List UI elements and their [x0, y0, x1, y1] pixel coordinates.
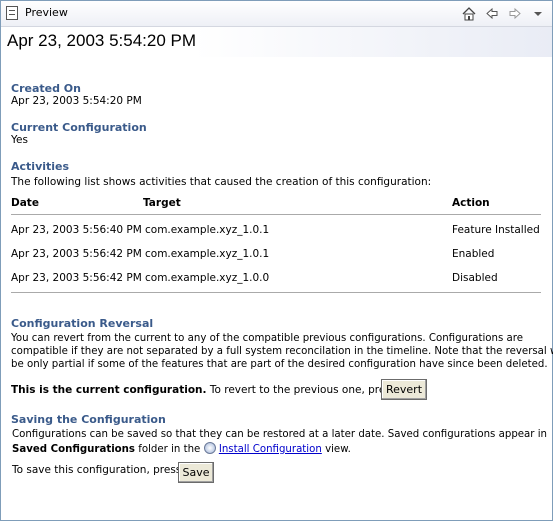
install-configuration-link[interactable]: Install Configuration	[219, 444, 322, 455]
save-button[interactable]: Save	[178, 462, 214, 483]
table-bottom-divider	[11, 292, 541, 293]
configuration-reversal-heading: Configuration Reversal	[11, 317, 154, 330]
folder-text: folder in the	[138, 444, 201, 455]
current-configuration-heading: Current Configuration	[11, 121, 147, 134]
view-menu-icon[interactable]	[529, 5, 547, 22]
save-prompt: To save this configuration, press:	[12, 464, 185, 476]
saving-configuration-heading: Saving the Configuration	[11, 413, 166, 426]
column-header-date: Date	[11, 197, 39, 209]
reversal-line-3: be only partial if some of the features …	[11, 359, 548, 370]
activities-intro: The following list shows activities that…	[11, 176, 432, 188]
created-on-value: Apr 23, 2003 5:54:20 PM	[11, 95, 142, 107]
current-configuration-note: This is the current configuration.	[11, 384, 207, 396]
revert-prompt: To revert to the previous one, press:	[209, 384, 400, 396]
activity-row-2-target: com.example.xyz_1.0.1	[145, 248, 270, 260]
activity-row-1-target: com.example.xyz_1.0.1	[145, 224, 270, 236]
preview-view-icon	[6, 6, 18, 20]
created-on-heading: Created On	[11, 82, 81, 95]
activity-row-1-date: Apr 23, 2003 5:56:40 PM	[11, 224, 142, 236]
activity-row-1-action: Feature Installed	[452, 224, 540, 236]
column-header-target: Target	[143, 197, 181, 209]
saving-line-2: Saved Configurations folder in the Insta…	[12, 442, 351, 455]
page-title: Apr 23, 2003 5:54:20 PM	[7, 31, 197, 50]
current-configuration-value: Yes	[11, 134, 28, 146]
activity-row-3-action: Disabled	[452, 272, 498, 284]
saving-line-1: Configurations can be saved so that they…	[12, 429, 548, 440]
revert-button[interactable]: Revert	[381, 379, 427, 400]
activity-row-2-date: Apr 23, 2003 5:56:42 PM	[11, 248, 142, 260]
reversal-line-1: You can revert from the current to any o…	[11, 333, 523, 344]
install-configuration-icon	[203, 442, 216, 454]
home-icon[interactable]	[460, 5, 478, 22]
reversal-line-2: compatible if they are not separated by …	[11, 346, 553, 357]
view-title-bar: Preview	[1, 1, 552, 27]
view-text: view.	[325, 444, 351, 455]
activity-row-2-action: Enabled	[452, 248, 495, 260]
forward-arrow-icon[interactable]	[506, 5, 524, 22]
activity-row-3-target: com.example.xyz_1.0.0	[145, 272, 270, 284]
activities-heading: Activities	[11, 160, 70, 173]
activity-row-3-date: Apr 23, 2003 5:56:42 PM	[11, 272, 142, 284]
column-header-action: Action	[452, 197, 490, 209]
saved-configurations-folder: Saved Configurations	[12, 444, 136, 455]
back-arrow-icon[interactable]	[483, 5, 501, 22]
preview-header: Apr 23, 2003 5:54:20 PM	[1, 27, 552, 57]
preview-view: Preview Apr 23, 2003 5:54:20 PM Created …	[0, 0, 553, 521]
view-title: Preview	[25, 6, 68, 19]
table-header-divider	[11, 214, 541, 215]
revert-prompt-row: This is the current configuration. To re…	[11, 384, 400, 396]
